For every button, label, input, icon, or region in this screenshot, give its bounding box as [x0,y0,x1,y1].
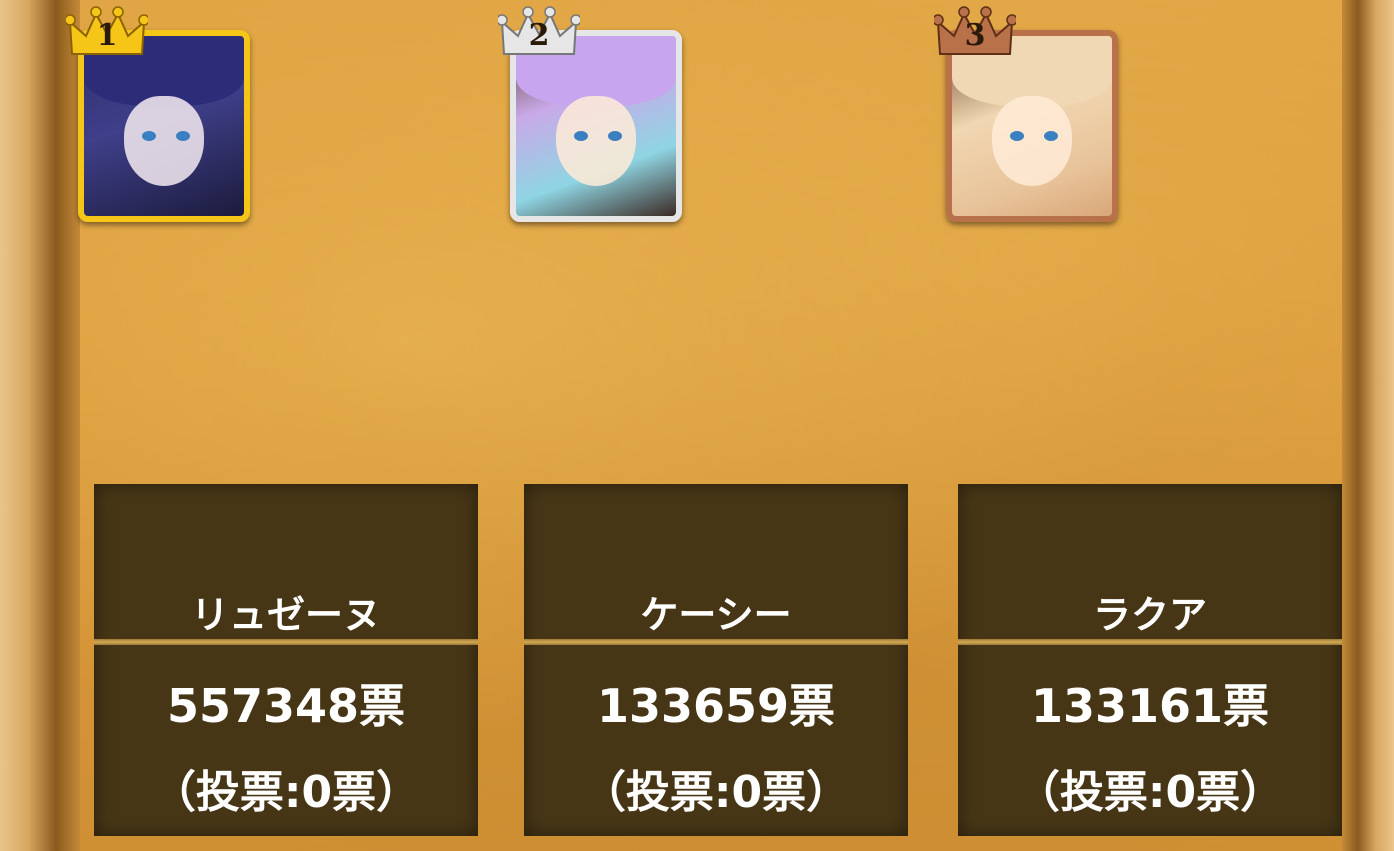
panel-divider [94,639,478,645]
crown-rank-1-icon: 1 [64,6,150,58]
portrait-eye [1044,131,1058,141]
vote-total: 133659票 [596,679,836,733]
panel-divider [958,639,1342,645]
character-name: ラクア [1092,593,1207,637]
character-name: リュゼーヌ [190,593,381,637]
scroll-border-right [1342,0,1394,851]
portrait-face [124,96,204,186]
crown-rank-2-icon: 2 [496,6,582,58]
character-portrait-rank-2[interactable] [510,30,682,222]
portrait-eye [1010,131,1024,141]
my-vote-count: （投票:0票） [151,767,421,818]
vote-total: 557348票 [166,679,406,733]
panel-divider [524,639,908,645]
crown-rank-number: 1 [96,18,118,53]
portrait-face [992,96,1072,186]
portrait-eye [176,131,190,141]
ranking-panel-2: ケーシー 133659票 （投票:0票） [524,484,908,836]
character-portrait-rank-1[interactable] [78,30,250,222]
character-portrait-rank-3[interactable] [946,30,1118,222]
character-name: ケーシー [640,593,792,637]
crown-rank-number: 2 [528,18,550,53]
vote-total: 133161票 [1030,679,1270,733]
crown-rank-3-icon: 3 [932,6,1018,58]
portrait-eye [574,131,588,141]
portrait-eye [142,131,156,141]
my-vote-count: （投票:0票） [1015,767,1285,818]
ranking-panel-3: ラクア 133161票 （投票:0票） [958,484,1342,836]
my-vote-count: （投票:0票） [581,767,851,818]
portrait-face [556,96,636,186]
ranking-panel-1: リュゼーヌ 557348票 （投票:0票） [94,484,478,836]
portrait-eye [608,131,622,141]
scroll-border-left [0,0,80,851]
crown-rank-number: 3 [964,18,986,53]
